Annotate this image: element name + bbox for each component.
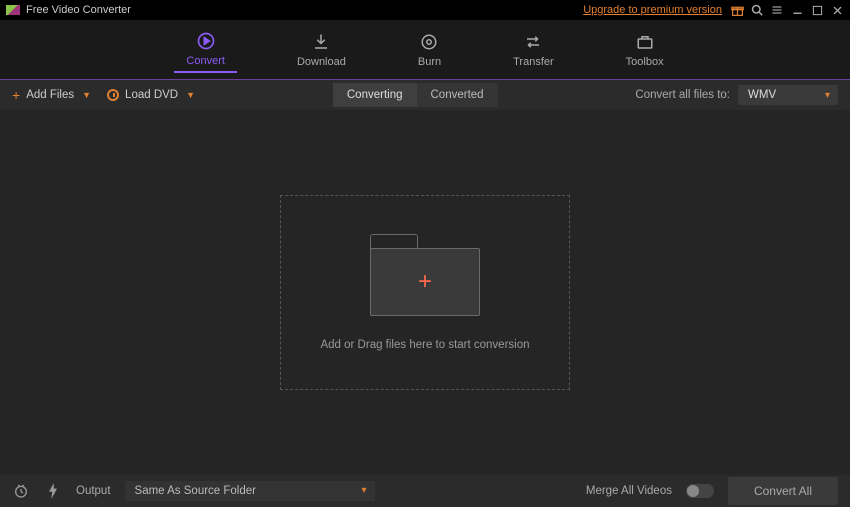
tab-transfer[interactable]: Transfer <box>501 28 566 72</box>
add-plus-icon: + <box>418 268 432 296</box>
convert-all-button[interactable]: Convert All <box>728 477 838 505</box>
subtabs: Converting Converted <box>333 83 498 107</box>
chevron-down-icon: ▼ <box>186 90 195 100</box>
chevron-down-icon: ▼ <box>82 90 91 100</box>
output-label: Output <box>76 485 111 497</box>
subtab-converting[interactable]: Converting <box>333 83 417 107</box>
app-logo-icon <box>6 5 20 15</box>
tab-download[interactable]: Download <box>285 28 358 72</box>
tab-convert[interactable]: Convert <box>174 27 237 73</box>
merge-label: Merge All Videos <box>586 485 672 497</box>
add-files-button[interactable]: + Add Files ▼ <box>12 87 91 103</box>
main-tabs: Convert Download Burn Transfer Toolbox <box>0 20 850 80</box>
menu-icon[interactable] <box>770 3 784 17</box>
output-folder-select[interactable]: Same As Source Folder <box>125 481 375 501</box>
tab-toolbox[interactable]: Toolbox <box>614 28 676 72</box>
toolbar: + Add Files ▼ Load DVD ▼ Converting Conv… <box>0 80 850 110</box>
dropzone[interactable]: + Add or Drag files here to start conver… <box>280 195 570 390</box>
merge-toggle[interactable] <box>686 484 714 498</box>
gpu-accel-icon[interactable] <box>44 482 62 500</box>
load-dvd-button[interactable]: Load DVD ▼ <box>107 89 195 101</box>
toolbox-icon <box>635 32 655 52</box>
search-icon[interactable] <box>750 3 764 17</box>
footer: Output Same As Source Folder Merge All V… <box>0 475 850 507</box>
dropzone-text: Add or Drag files here to start conversi… <box>320 339 529 351</box>
convert-icon <box>196 31 216 51</box>
app-title: Free Video Converter <box>26 4 583 16</box>
content-area: + Add or Drag files here to start conver… <box>0 110 850 475</box>
titlebar: Free Video Converter Upgrade to premium … <box>0 0 850 20</box>
tab-burn[interactable]: Burn <box>406 28 453 72</box>
upgrade-link[interactable]: Upgrade to premium version <box>583 4 722 16</box>
maximize-icon[interactable] <box>810 3 824 17</box>
transfer-icon <box>523 32 543 52</box>
disc-icon <box>107 89 119 101</box>
folder-icon: + <box>370 234 480 319</box>
gift-icon[interactable] <box>730 3 744 17</box>
subtab-converted[interactable]: Converted <box>417 83 498 107</box>
plus-icon: + <box>12 87 20 103</box>
output-format-select[interactable]: WMV <box>738 85 838 105</box>
close-icon[interactable] <box>830 3 844 17</box>
burn-icon <box>419 32 439 52</box>
minimize-icon[interactable] <box>790 3 804 17</box>
convert-to-label: Convert all files to: <box>635 89 730 101</box>
schedule-icon[interactable] <box>12 482 30 500</box>
download-icon <box>311 32 331 52</box>
